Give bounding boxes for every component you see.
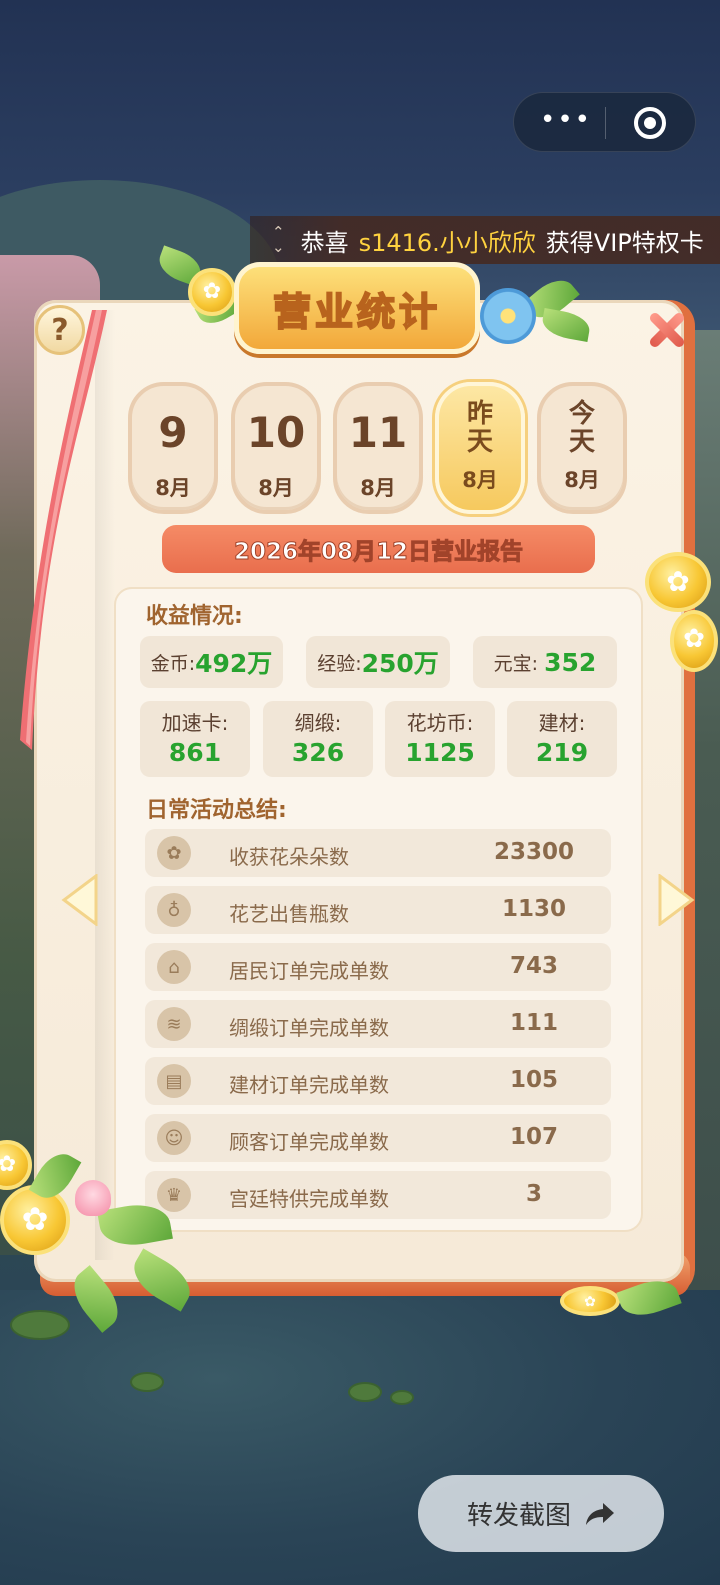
stat-value: 352 <box>544 647 597 677</box>
stat-label: 花坊币: <box>406 711 474 735</box>
gold-coin-icon <box>0 1185 70 1255</box>
bricks-icon: ▤ <box>157 1064 191 1098</box>
date-tab-day: 9 <box>158 408 188 457</box>
share-label: 转发截图 <box>466 1501 571 1531</box>
share-arrow-icon <box>586 1502 614 1525</box>
flower-icon: ✿ <box>157 836 191 870</box>
stat-label: 建材: <box>538 711 586 735</box>
activities-heading: 日常活动总结: <box>146 798 287 823</box>
help-label: ? <box>51 312 69 348</box>
activity-row: ≋ 绸缎订单完成单数 111 <box>145 1000 611 1048</box>
stat-value: 861 <box>168 738 222 767</box>
stat-speedup-card: 加速卡: 861 <box>140 701 250 777</box>
stat-flower-coin: 花坊币: 1125 <box>385 701 495 777</box>
close-icon[interactable] <box>644 308 688 352</box>
gold-coin-icon <box>560 1286 620 1316</box>
activity-value: 107 <box>509 1124 558 1150</box>
report-title: 2026年08月12日营业报告 <box>233 539 524 566</box>
stat-label: 金币: <box>150 652 196 675</box>
stat-label: 加速卡: <box>161 711 229 735</box>
date-tab-month: 8月 <box>258 476 294 500</box>
ticker-username: s1416.小小欣欣 <box>358 228 536 257</box>
stat-value: 219 <box>535 738 589 767</box>
stat-yuanbao: 元宝: 352 <box>473 636 617 688</box>
vase-icon: ♁ <box>157 893 191 927</box>
activity-label: 收获花朵朵数 <box>229 845 349 869</box>
prev-page-arrow-icon[interactable] <box>60 874 100 926</box>
date-tab-day: 今天 <box>568 399 595 457</box>
activity-value: 23300 <box>493 839 575 865</box>
date-tab-day: 10 <box>246 408 306 457</box>
date-tab[interactable]: 9 8月 <box>128 382 218 514</box>
date-tab-month: 8月 <box>564 468 600 492</box>
ticker-prefix: 恭喜 <box>300 228 349 257</box>
broadcast-ticker: ⌃ ⌄ 恭喜 s1416.小小欣欣 获得VIP特权卡 <box>250 216 720 264</box>
red-ribbon <box>20 310 107 750</box>
activity-row: ⌂ 居民订单完成单数 743 <box>145 943 611 991</box>
activity-row: ☺ 顾客订单完成单数 107 <box>145 1114 611 1162</box>
date-tab[interactable]: 10 8月 <box>231 382 321 514</box>
customer-icon: ☺ <box>157 1121 191 1155</box>
activity-row: ✿ 收获花朵朵数 23300 <box>145 829 611 877</box>
activity-value: 743 <box>509 953 558 979</box>
activity-label: 宫廷特供完成单数 <box>229 1187 389 1211</box>
next-page-arrow-icon[interactable] <box>656 874 696 926</box>
palace-icon: ♛ <box>157 1178 191 1212</box>
activity-value: 105 <box>509 1067 558 1093</box>
panel-title-plate: 营业统计 <box>234 262 480 354</box>
stat-exp: 经验: 250万 <box>306 636 450 688</box>
pink-lotus-icon <box>75 1180 111 1216</box>
activity-label: 建材订单完成单数 <box>229 1073 389 1097</box>
stat-label: 元宝: <box>493 652 545 675</box>
ticker-suffix: 获得VIP特权卡 <box>545 228 704 257</box>
stat-label: 经验: <box>317 652 362 675</box>
date-tab[interactable]: 今天 8月 <box>537 382 627 514</box>
activity-value: 111 <box>509 1010 558 1036</box>
gold-coin-icon <box>670 610 718 672</box>
stat-gold: 金币: 492万 <box>140 636 283 688</box>
report-title-banner: 2026年08月12日营业报告 <box>162 525 595 573</box>
date-tab-month: 8月 <box>462 468 498 492</box>
date-tab[interactable]: 11 8月 <box>333 382 423 514</box>
blue-flower-icon <box>480 288 536 344</box>
stat-value: 250万 <box>361 649 439 678</box>
panel-title: 营业统计 <box>272 289 441 335</box>
date-tab-month: 8月 <box>360 476 396 500</box>
stat-label: 绸缎: <box>294 711 342 735</box>
activity-value: 3 <box>525 1181 542 1207</box>
activity-row: ♛ 宫廷特供完成单数 3 <box>145 1171 611 1219</box>
share-screenshot-button[interactable]: 转发截图 <box>418 1475 664 1552</box>
date-tab-day: 昨天 <box>466 399 493 457</box>
more-dots-icon[interactable]: ••• <box>538 107 594 136</box>
scroll-icon: ≋ <box>157 1007 191 1041</box>
stat-value: 492万 <box>195 649 273 678</box>
capsule-divider <box>605 107 606 139</box>
stat-value: 1125 <box>405 738 475 767</box>
up-down-arrows-icon: ⌃ ⌄ <box>272 223 285 256</box>
activity-label: 居民订单完成单数 <box>229 959 389 983</box>
date-tab-day: 11 <box>348 408 408 457</box>
date-tab-month: 8月 <box>155 476 191 500</box>
activity-row: ▤ 建材订单完成单数 105 <box>145 1057 611 1105</box>
gold-coin-icon <box>645 552 711 612</box>
house-icon: ⌂ <box>157 950 191 984</box>
gold-coin-icon <box>188 268 236 316</box>
target-icon[interactable] <box>634 107 666 139</box>
miniprogram-capsule: ••• <box>513 92 696 152</box>
activity-value: 1130 <box>501 896 566 922</box>
stat-silk: 绸缎: 326 <box>263 701 373 777</box>
stat-building-material: 建材: 219 <box>507 701 617 777</box>
income-heading: 收益情况: <box>146 604 243 629</box>
help-button[interactable]: ? <box>35 305 85 355</box>
activity-label: 顾客订单完成单数 <box>229 1130 389 1154</box>
activity-row: ♁ 花艺出售瓶数 1130 <box>145 886 611 934</box>
activity-label: 花艺出售瓶数 <box>229 902 349 926</box>
activity-label: 绸缎订单完成单数 <box>229 1016 389 1040</box>
stat-value: 326 <box>291 738 345 767</box>
date-tab-selected[interactable]: 昨天 8月 <box>435 382 525 514</box>
